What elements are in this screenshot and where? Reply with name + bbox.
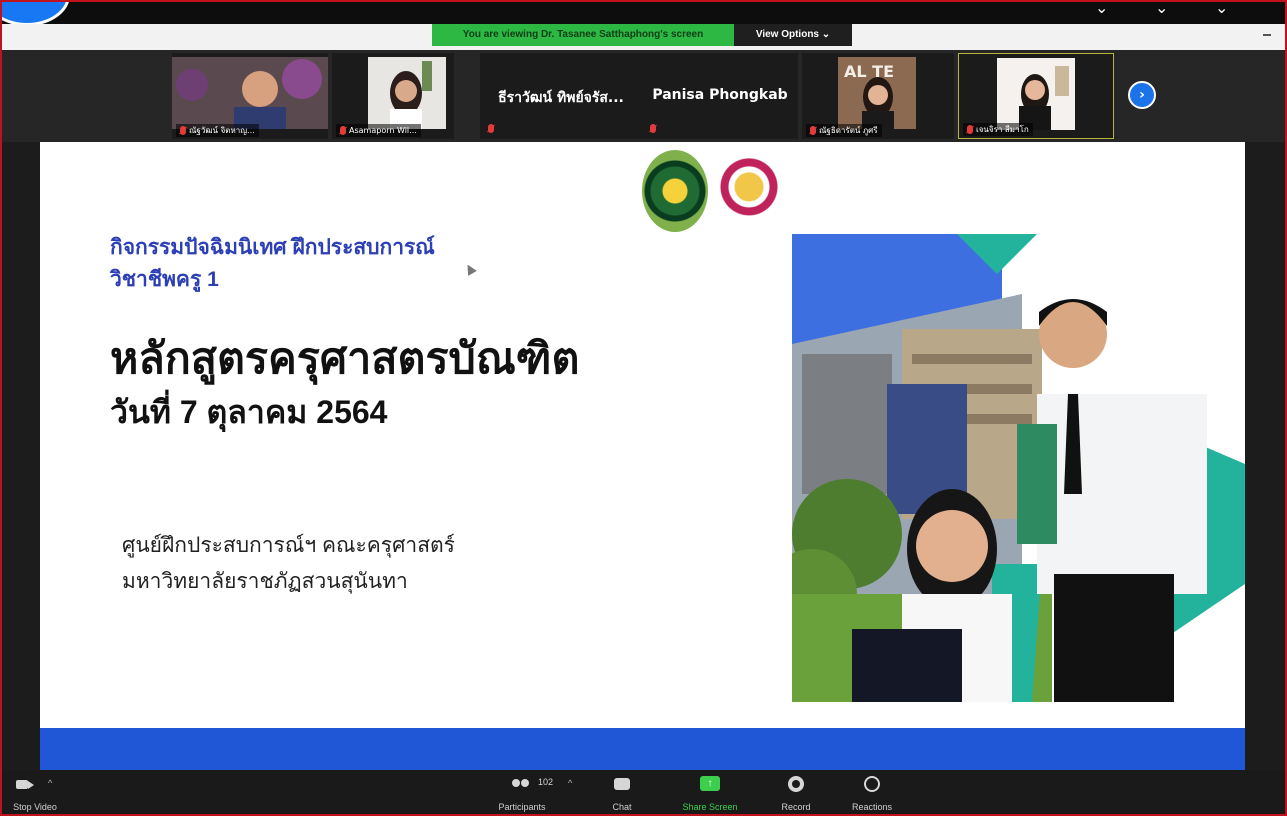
share-status-bar: You are viewing Dr. Tasanee Satthaphong'… — [2, 24, 1285, 50]
stop-video-button[interactable]: ^ Stop Video — [8, 774, 62, 812]
participant-video — [172, 57, 328, 129]
view-options-button[interactable]: View Options ⌄ — [734, 24, 852, 46]
participant-video: AL TE — [838, 57, 916, 129]
participant-name: ธีราวัฒน์ ทิพย์จรัส... — [498, 90, 624, 106]
shared-screen-slide: กิจกรรมปัจฉิมนิเทศ ฝึกประสบการณ์ วิชาชีพ… — [40, 142, 1245, 770]
participant-tile[interactable]: AL TE ณัฐธิดารัตน์ ภูศรี — [802, 53, 954, 139]
participant-tile[interactable]: Asamaporn Wil... — [332, 53, 454, 139]
mic-muted-icon — [650, 124, 656, 133]
mic-muted-icon — [340, 126, 346, 135]
chat-button[interactable]: Chat — [608, 774, 636, 812]
video-camera-icon — [16, 780, 34, 789]
participant-tile[interactable]: Panisa Phongkab — [642, 53, 798, 139]
slide-date: วันที่ 7 ตุลาคม 2564 — [110, 394, 388, 430]
next-page-button[interactable]: › — [1128, 81, 1156, 109]
hero-image — [792, 234, 1245, 702]
record-icon — [788, 776, 804, 792]
mic-muted-icon — [967, 125, 973, 134]
slide-organization: ศูนย์ฝึกประสบการณ์ฯ คณะครุศาสตร์ มหาวิทย… — [122, 528, 455, 600]
slide-footer-band — [40, 728, 1245, 770]
participant-name-tag: ณัฐธิดารัตน์ ภูศรี — [806, 124, 882, 137]
chevron-icon[interactable]: ⌄ — [1155, 2, 1168, 17]
participants-icon — [510, 779, 532, 791]
participant-name-tag: Asamaporn Wil... — [336, 124, 421, 137]
caret-up-icon[interactable]: ^ — [568, 778, 572, 788]
organization-line: ศูนย์ฝึกประสบการณ์ฯ คณะครุศาสตร์ — [122, 534, 455, 557]
faculty-seal-icon — [716, 150, 782, 232]
minimize-icon[interactable] — [1263, 34, 1271, 36]
participant-gallery-strip: ณัฐวัฒน์ จิตหาญ... Asamaporn Wil... ธีรา… — [2, 50, 1285, 142]
stop-video-label: Stop Video — [13, 802, 57, 812]
reactions-label: Reactions — [851, 802, 893, 812]
mic-muted-icon — [180, 126, 186, 135]
record-label: Record — [781, 802, 811, 812]
share-screen-button[interactable]: ↑ Share Screen — [674, 774, 746, 812]
slide-title: หลักสูตรครุศาสตรบัณฑิต — [110, 335, 580, 383]
participants-button[interactable]: 102 ^ Participants — [490, 774, 572, 812]
window-top-strip: ⌄ ⌄ ⌄ — [2, 2, 1285, 26]
participant-name-tag: ณัฐวัฒน์ จิตหาญ... — [176, 124, 259, 137]
chat-icon — [614, 778, 630, 790]
caret-up-icon[interactable]: ^ — [48, 778, 52, 788]
slide-subtitle: กิจกรรมปัจฉิมนิเทศ ฝึกประสบการณ์ วิชาชีพ… — [110, 232, 570, 296]
share-screen-label: Share Screen — [682, 802, 738, 812]
participants-label: Participants — [498, 802, 546, 812]
mic-muted-icon — [488, 124, 494, 133]
slide-subtitle-line: วิชาชีพครู 1 — [110, 268, 219, 291]
slide-subtitle-line: กิจกรรมปัจฉิมนิเทศ ฝึกประสบการณ์ — [110, 236, 435, 259]
reactions-icon — [864, 776, 880, 792]
chevron-down-icon[interactable]: ⌄ — [1215, 2, 1228, 17]
participant-tile[interactable]: ธีราวัฒน์ ทิพย์จรัส... — [480, 53, 642, 139]
participant-video — [368, 57, 446, 129]
participant-name-tag: เจนจิรา สีมาโก — [963, 123, 1033, 136]
university-seal-icon — [642, 150, 708, 232]
organization-line: มหาวิทยาลัยราชภัฏสวนสุนันทา — [122, 570, 408, 593]
top-window-controls: ⌄ ⌄ ⌄ — [1075, 2, 1255, 17]
active-speaker-tile[interactable]: เจนจิรา สีมาโก — [958, 53, 1114, 139]
record-button[interactable]: Record — [776, 774, 816, 812]
meeting-toolbar: ^ Stop Video 102 ^ Participants Chat ↑ Sh… — [2, 770, 1285, 814]
chevron-icon[interactable]: ⌄ — [1095, 2, 1108, 17]
reactions-button[interactable]: Reactions — [844, 774, 900, 812]
svg-text:AL TE: AL TE — [844, 62, 894, 81]
participant-video — [997, 58, 1075, 130]
share-screen-icon: ↑ — [700, 776, 720, 791]
mic-muted-icon — [810, 126, 816, 135]
viewing-screen-banner: You are viewing Dr. Tasanee Satthaphong'… — [432, 24, 734, 46]
participant-tile[interactable]: ณัฐวัฒน์ จิตหาญ... — [172, 53, 328, 139]
meeting-window: ⌄ ⌄ ⌄ You are viewing Dr. Tasanee Sattha… — [0, 0, 1287, 816]
chat-label: Chat — [612, 802, 632, 812]
participant-name: Panisa Phongkab — [652, 87, 788, 103]
participants-count: 102 — [538, 777, 554, 787]
app-badge-icon — [2, 2, 70, 26]
